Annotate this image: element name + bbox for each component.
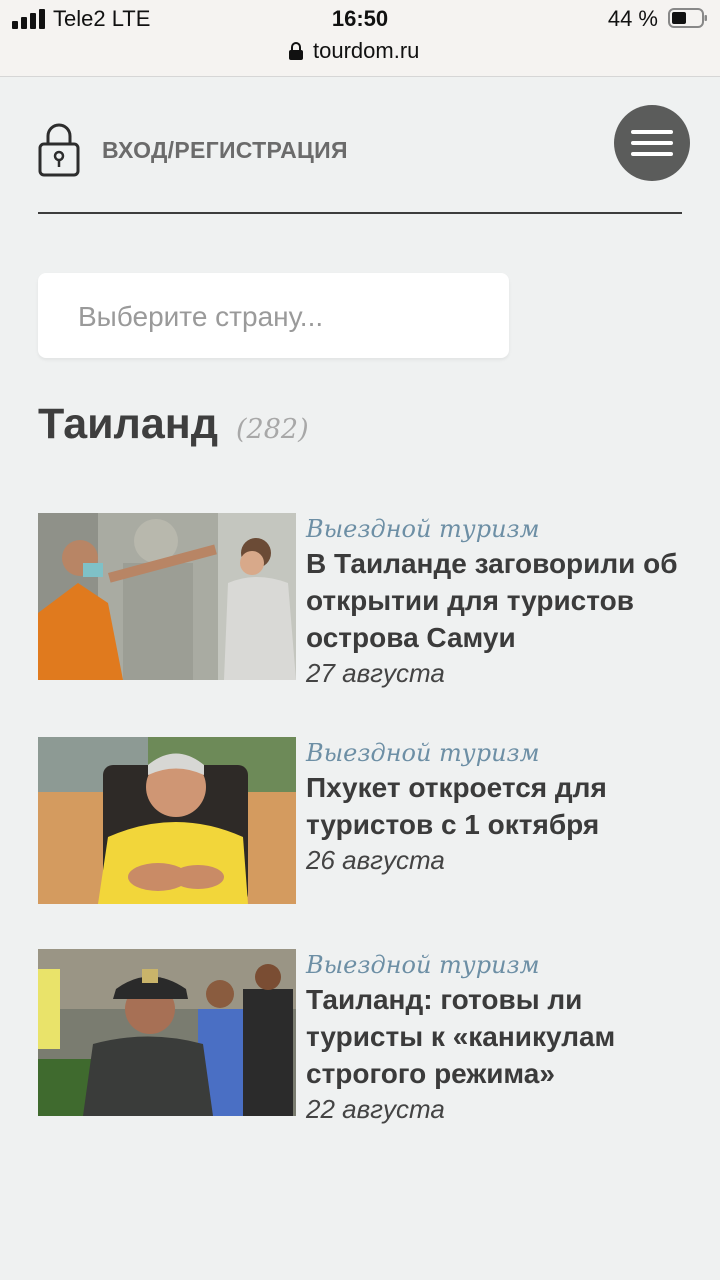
article-date: 27 августа (306, 658, 445, 688)
article-category[interactable]: Выездной туризм (306, 513, 686, 545)
section-title: Таиланд (282) (38, 400, 309, 449)
menu-icon (631, 130, 673, 134)
article-thumbnail[interactable] (38, 949, 296, 1116)
article-title[interactable]: Таиланд: готовы ли туристы к «каникулам … (306, 981, 686, 1092)
battery-percent: 44 % (607, 6, 658, 31)
article-thumbnail[interactable] (38, 737, 296, 904)
article-date: 22 августа (306, 1094, 445, 1124)
battery-icon (668, 8, 707, 28)
browser-status-bar: Tele2 LTE 16:50 44 % tourdom.ru (0, 0, 720, 77)
article-category[interactable]: Выездной туризм (306, 737, 686, 769)
section-count: (282) (236, 414, 309, 445)
article-date: 26 августа (306, 845, 445, 875)
lock-icon (38, 123, 80, 177)
article-category[interactable]: Выездной туризм (306, 949, 686, 981)
article-title[interactable]: Пхукет откроется для туристов с 1 октябр… (306, 769, 686, 843)
url-bar[interactable]: tourdom.ru (313, 38, 419, 64)
menu-button[interactable] (614, 105, 690, 181)
section-title-text: Таиланд (38, 400, 219, 448)
login-label: ВХОД/РЕГИСТРАЦИЯ (102, 136, 348, 163)
header-divider (38, 212, 682, 214)
article-title[interactable]: В Таиланде заговорили об открытии для ту… (306, 545, 686, 656)
country-select[interactable]: Выберите страну... (38, 273, 509, 358)
secure-lock-icon (289, 42, 303, 60)
article-thumbnail[interactable] (38, 513, 296, 680)
login-link[interactable]: ВХОД/РЕГИСТРАЦИЯ (38, 122, 348, 178)
